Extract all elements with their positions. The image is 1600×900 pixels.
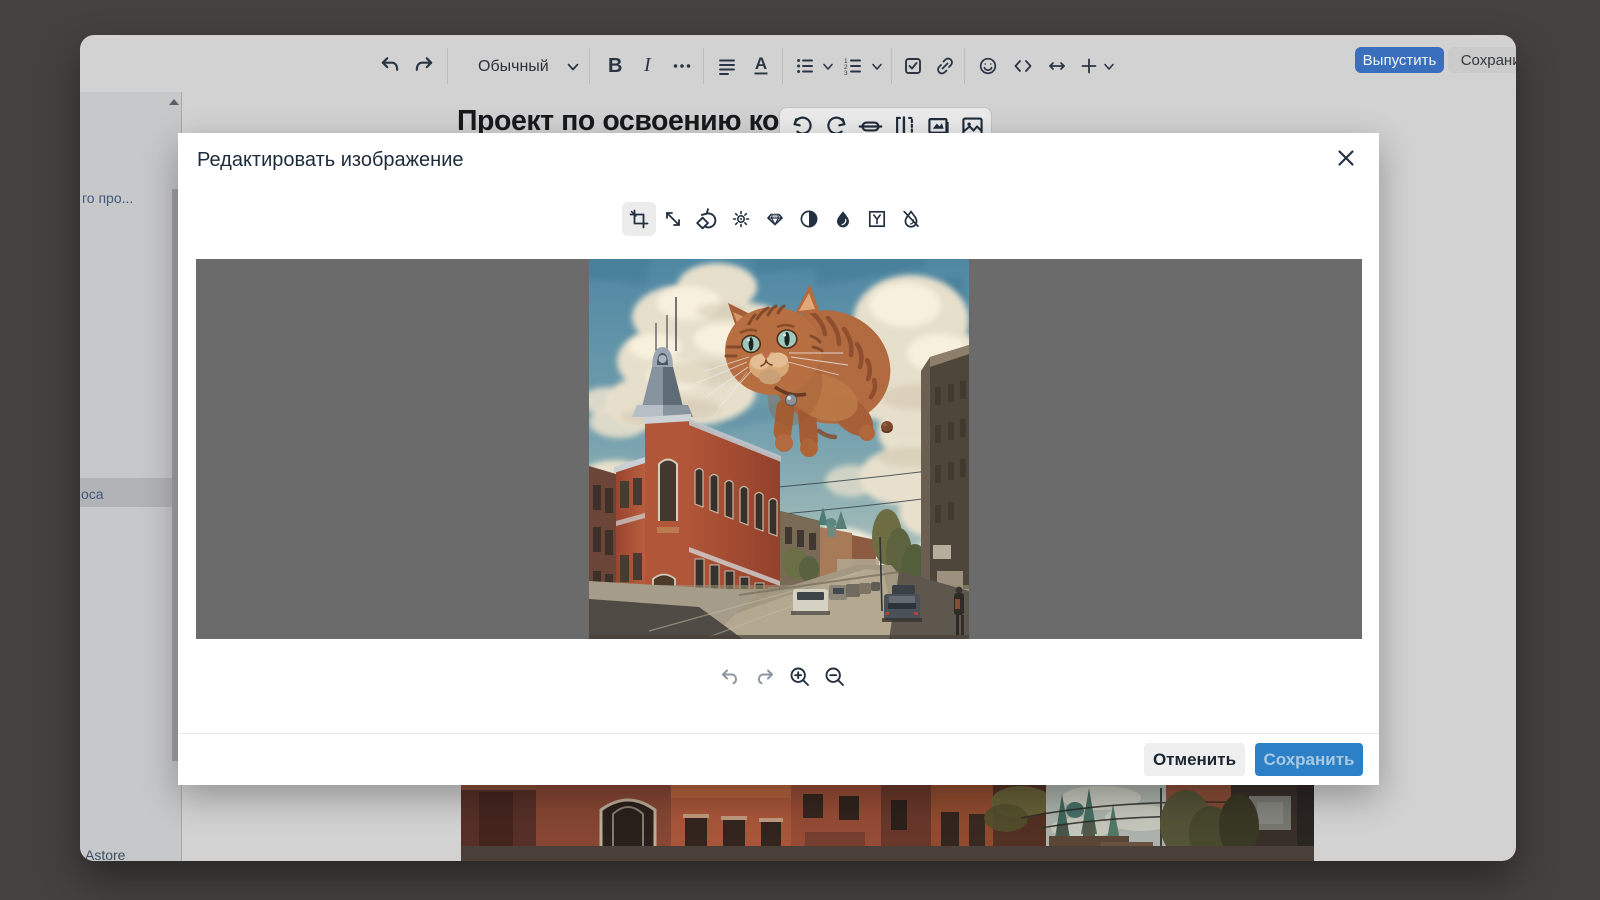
svg-text:3: 3 <box>844 70 848 76</box>
svg-text:A: A <box>755 55 767 73</box>
